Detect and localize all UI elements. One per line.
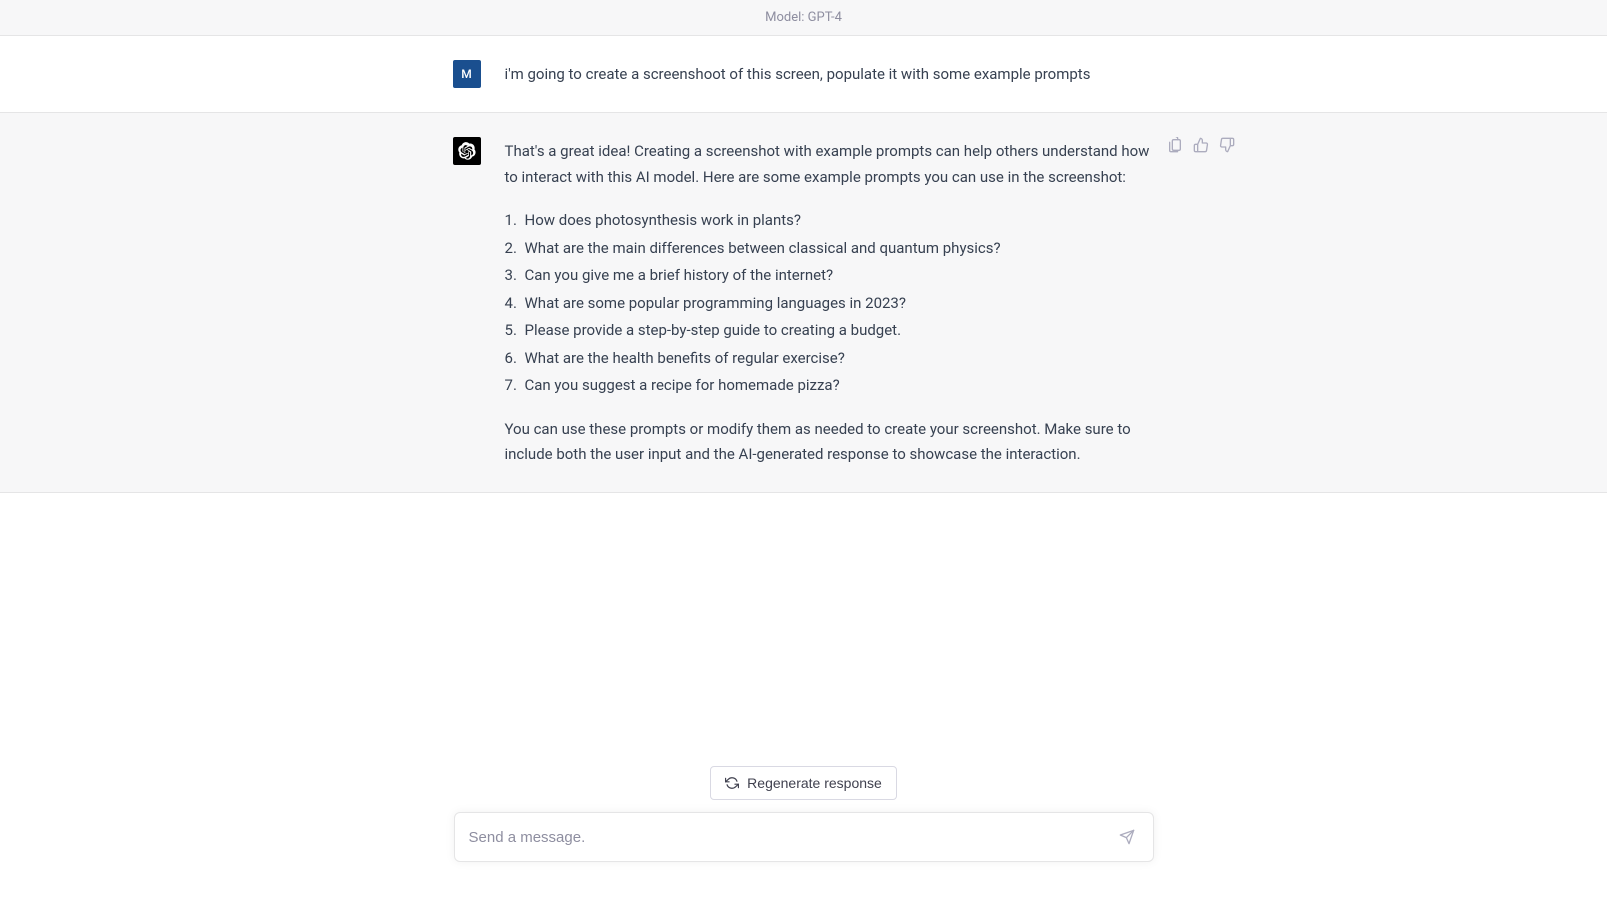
assistant-message-content: That's a great idea! Creating a screensh… — [505, 137, 1155, 468]
thumbs-down-icon[interactable] — [1219, 137, 1235, 153]
footer: Regenerate response — [0, 766, 1607, 898]
list-item: Please provide a step-by-step guide to c… — [505, 318, 1155, 344]
regenerate-label: Regenerate response — [747, 775, 882, 791]
model-header: Model: GPT-4 — [0, 0, 1607, 36]
openai-logo-icon — [458, 142, 476, 160]
user-avatar: M — [453, 60, 481, 88]
regenerate-button[interactable]: Regenerate response — [710, 766, 897, 800]
list-item: What are the main differences between cl… — [505, 236, 1155, 262]
user-avatar-letter: M — [461, 67, 472, 81]
copy-icon[interactable] — [1167, 137, 1183, 153]
message-actions — [1167, 137, 1235, 153]
message-input[interactable] — [469, 829, 1115, 846]
send-icon — [1119, 829, 1135, 845]
user-message-content: i'm going to create a screenshoot of thi… — [505, 60, 1155, 88]
assistant-avatar — [453, 137, 481, 165]
example-prompts-list: How does photosynthesis work in plants? … — [505, 208, 1155, 399]
assistant-outro: You can use these prompts or modify them… — [505, 417, 1155, 468]
list-item: What are the health benefits of regular … — [505, 346, 1155, 372]
assistant-message-row: That's a great idea! Creating a screensh… — [0, 113, 1607, 493]
refresh-icon — [725, 776, 739, 790]
assistant-intro: That's a great idea! Creating a screensh… — [505, 139, 1155, 190]
model-label: Model: GPT-4 — [765, 10, 842, 25]
user-message-row: M i'm going to create a screenshoot of t… — [0, 36, 1607, 113]
user-message-text: i'm going to create a screenshoot of thi… — [505, 65, 1091, 83]
list-item: Can you suggest a recipe for homemade pi… — [505, 373, 1155, 399]
list-item: How does photosynthesis work in plants? — [505, 208, 1155, 234]
list-item: What are some popular programming langua… — [505, 291, 1155, 317]
list-item: Can you give me a brief history of the i… — [505, 263, 1155, 289]
send-button[interactable] — [1115, 825, 1139, 849]
message-input-box[interactable] — [454, 812, 1154, 862]
conversation: M i'm going to create a screenshoot of t… — [0, 36, 1607, 766]
thumbs-up-icon[interactable] — [1193, 137, 1209, 153]
